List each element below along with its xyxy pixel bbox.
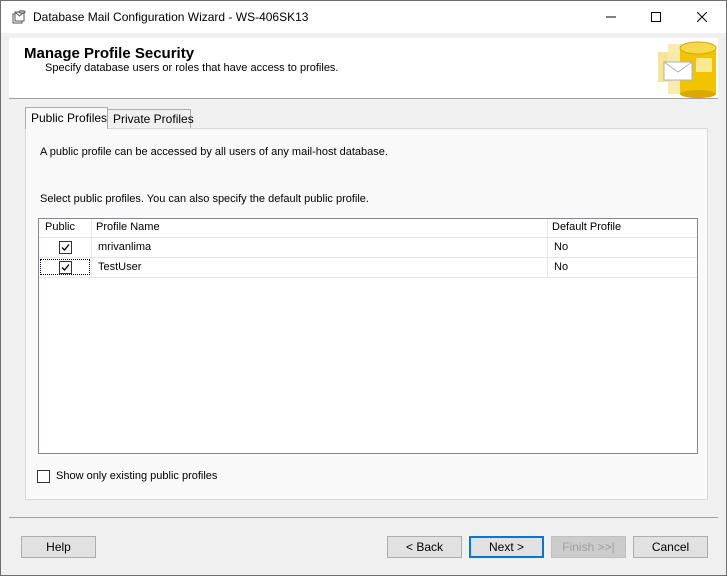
minimize-button[interactable] — [588, 1, 634, 33]
show-only-existing-checkbox[interactable] — [37, 470, 50, 483]
checkmark-icon — [61, 264, 70, 271]
wizard-window: Database Mail Configuration Wizard - WS-… — [0, 0, 727, 576]
column-header-public[interactable]: Public — [45, 221, 75, 233]
column-header-profile-name[interactable]: Profile Name — [96, 221, 160, 233]
tab-private-profiles[interactable]: Private Profiles — [107, 109, 194, 128]
title-bar: Database Mail Configuration Wizard - WS-… — [1, 1, 726, 33]
close-icon — [697, 12, 707, 22]
profiles-grid[interactable]: Public Profile Name Default Profile mriv… — [38, 218, 698, 454]
table-row[interactable]: mrivanlima No — [39, 238, 697, 258]
next-button[interactable]: Next > — [469, 536, 544, 558]
database-mail-icon — [11, 9, 27, 25]
public-profile-description: A public profile can be accessed by all … — [40, 146, 388, 158]
column-divider — [91, 238, 92, 257]
public-profile-instruction: Select public profiles. You can also spe… — [40, 193, 369, 205]
table-row[interactable]: TestUser No — [39, 258, 697, 278]
default-profile-cell[interactable]: No — [554, 241, 568, 253]
checkmark-icon — [61, 244, 70, 251]
database-cylinder-icon — [658, 40, 718, 98]
column-divider — [91, 258, 92, 277]
column-divider[interactable] — [91, 219, 92, 237]
default-profile-cell[interactable]: No — [554, 261, 568, 273]
tab-public-profiles[interactable]: Public Profiles — [25, 107, 108, 129]
finish-button: Finish >>| — [551, 536, 626, 558]
cancel-button[interactable]: Cancel — [633, 536, 708, 558]
help-button[interactable]: Help — [21, 536, 96, 558]
column-divider — [547, 238, 548, 257]
show-only-existing-label[interactable]: Show only existing public profiles — [56, 470, 217, 482]
column-header-default-profile[interactable]: Default Profile — [552, 221, 621, 233]
close-button[interactable] — [679, 1, 725, 33]
page-subtitle: Specify database users or roles that hav… — [45, 62, 339, 74]
window-title: Database Mail Configuration Wizard - WS-… — [33, 10, 309, 24]
column-divider[interactable] — [547, 219, 548, 237]
maximize-icon — [651, 12, 661, 22]
footer-divider — [9, 517, 718, 518]
page-title: Manage Profile Security — [24, 45, 195, 62]
public-checkbox[interactable] — [59, 261, 72, 274]
public-checkbox[interactable] — [59, 241, 72, 254]
public-profiles-panel: A public profile can be accessed by all … — [25, 128, 708, 500]
page-header: Manage Profile Security Specify database… — [9, 38, 718, 99]
profile-name-cell: TestUser — [98, 261, 142, 273]
profile-name-cell: mrivanlima — [98, 241, 152, 253]
back-button[interactable]: < Back — [387, 536, 462, 558]
minimize-icon — [606, 16, 616, 18]
column-divider — [547, 258, 548, 277]
grid-header: Public Profile Name Default Profile — [39, 219, 697, 238]
maximize-button[interactable] — [633, 1, 679, 33]
